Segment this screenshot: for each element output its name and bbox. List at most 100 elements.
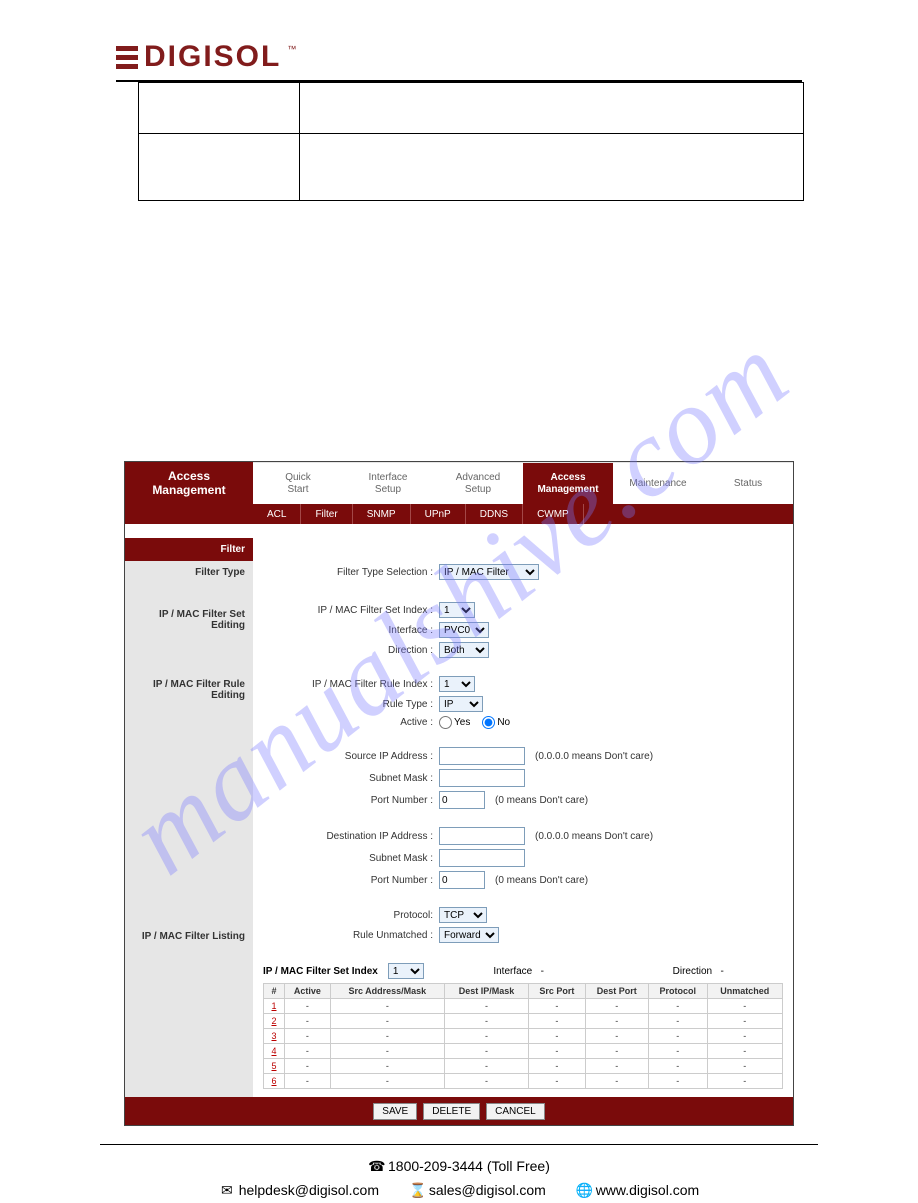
- table-cell: -: [444, 1059, 528, 1074]
- section-filter-head: Filter: [125, 538, 253, 561]
- table-cell: -: [529, 1074, 586, 1089]
- listing-interface-value: -: [541, 966, 544, 977]
- nav-item-maintenance[interactable]: Maintenance: [613, 462, 703, 504]
- nav-title: Access Management: [125, 462, 253, 504]
- table-cell: -: [648, 999, 707, 1014]
- input-dst-ip[interactable]: [439, 827, 525, 845]
- section-filter-listing: IP / MAC Filter Listing: [125, 925, 253, 1067]
- input-dst-mask[interactable]: [439, 849, 525, 867]
- table-cell: -: [285, 1014, 331, 1029]
- nav-item-interface-setup[interactable]: InterfaceSetup: [343, 462, 433, 504]
- globe-icon: 🌐: [576, 1179, 592, 1203]
- delete-button[interactable]: DELETE: [423, 1103, 480, 1120]
- table-cell: -: [285, 999, 331, 1014]
- radio-active-yes[interactable]: Yes: [439, 716, 470, 729]
- label-rule-index: IP / MAC Filter Rule Index :: [263, 679, 433, 690]
- nav-item-quick-start[interactable]: QuickStart: [253, 462, 343, 504]
- subnav-snmp[interactable]: SNMP: [353, 504, 411, 524]
- save-button[interactable]: SAVE: [373, 1103, 417, 1120]
- table-row: 5-------: [264, 1059, 783, 1074]
- table-cell: -: [330, 1074, 444, 1089]
- select-listing-setindex[interactable]: 1: [388, 963, 424, 979]
- table-cell: -: [648, 1074, 707, 1089]
- select-direction[interactable]: Both: [439, 642, 489, 658]
- table-cell: -: [330, 1014, 444, 1029]
- row-number[interactable]: 3: [264, 1029, 285, 1044]
- th-protocol: Protocol: [648, 984, 707, 999]
- nav-item-advanced-setup[interactable]: AdvancedSetup: [433, 462, 523, 504]
- input-src-port[interactable]: [439, 791, 485, 809]
- table-cell: -: [529, 1014, 586, 1029]
- subnav-filter[interactable]: Filter: [301, 504, 352, 524]
- label-rule-type: Rule Type :: [263, 699, 433, 710]
- subnav-acl[interactable]: ACL: [253, 504, 301, 524]
- table-cell: -: [707, 999, 782, 1014]
- label-protocol: Protocol:: [263, 910, 433, 921]
- table-cell: -: [285, 1029, 331, 1044]
- row-number[interactable]: 4: [264, 1044, 285, 1059]
- select-set-index[interactable]: 1: [439, 602, 475, 618]
- input-src-ip[interactable]: [439, 747, 525, 765]
- label-src-port: Port Number :: [263, 795, 433, 806]
- footer-web: www.digisol.com: [596, 1182, 699, 1198]
- select-protocol[interactable]: TCP: [439, 907, 487, 923]
- section-set-editing: IP / MAC Filter Set Editing: [125, 603, 253, 673]
- table-cell: -: [444, 1044, 528, 1059]
- th-unmatched: Unmatched: [707, 984, 782, 999]
- brand-logo: DIGISOL ™: [116, 40, 868, 74]
- table-cell: -: [330, 999, 444, 1014]
- action-bar: SAVE DELETE CANCEL: [125, 1097, 793, 1125]
- hint-dst-port: (0 means Don't care): [495, 875, 588, 886]
- hourglass-icon: ⌛: [409, 1179, 425, 1203]
- nav-item-access-management[interactable]: AccessManagement: [523, 462, 613, 504]
- label-dst-port: Port Number :: [263, 875, 433, 886]
- label-src-mask: Subnet Mask :: [263, 773, 433, 784]
- table-cell: -: [707, 1029, 782, 1044]
- label-unmatched: Rule Unmatched :: [263, 930, 433, 941]
- listing-header-row: IP / MAC Filter Set Index 1 Interface - …: [263, 963, 783, 979]
- input-dst-port[interactable]: [439, 871, 485, 889]
- table-cell: -: [529, 1059, 586, 1074]
- select-rule-type[interactable]: IP: [439, 696, 483, 712]
- table-cell: -: [444, 1074, 528, 1089]
- table-cell: -: [585, 1014, 648, 1029]
- nav-item-status[interactable]: Status: [703, 462, 793, 504]
- table-cell: -: [585, 1059, 648, 1074]
- label-set-index: IP / MAC Filter Set Index :: [263, 605, 433, 616]
- row-number[interactable]: 6: [264, 1074, 285, 1089]
- label-filter-type-selection: Filter Type Selection :: [263, 567, 433, 578]
- table-cell: -: [285, 1059, 331, 1074]
- doc-empty-table: [138, 82, 804, 201]
- input-src-mask[interactable]: [439, 769, 525, 787]
- th-srcport: Src Port: [529, 984, 586, 999]
- table-row: 1-------: [264, 999, 783, 1014]
- th-src: Src Address/Mask: [330, 984, 444, 999]
- table-cell: -: [529, 1029, 586, 1044]
- logo-bars-icon: [116, 46, 138, 69]
- table-cell: -: [529, 999, 586, 1014]
- select-interface[interactable]: PVC0: [439, 622, 489, 638]
- table-cell: -: [648, 1014, 707, 1029]
- select-unmatched[interactable]: Forward: [439, 927, 499, 943]
- label-interface: Interface :: [263, 625, 433, 636]
- footer-helpdesk: helpdesk@digisol.com: [239, 1182, 379, 1198]
- label-active: Active :: [263, 717, 433, 728]
- phone-icon: ☎: [368, 1155, 384, 1179]
- label-dst-ip: Destination IP Address :: [263, 831, 433, 842]
- row-number[interactable]: 2: [264, 1014, 285, 1029]
- cancel-button[interactable]: CANCEL: [486, 1103, 545, 1120]
- row-number[interactable]: 1: [264, 999, 285, 1014]
- row-number[interactable]: 5: [264, 1059, 285, 1074]
- filter-listing-table: # Active Src Address/Mask Dest IP/Mask S…: [263, 983, 783, 1089]
- table-cell: -: [585, 1074, 648, 1089]
- subnav-cwmp[interactable]: CWMP: [523, 504, 584, 524]
- subnav-upnp[interactable]: UPnP: [411, 504, 466, 524]
- table-cell: -: [444, 999, 528, 1014]
- section-filter-type: Filter Type: [125, 561, 253, 603]
- radio-active-no[interactable]: No: [482, 716, 510, 729]
- select-filter-type[interactable]: IP / MAC Filter: [439, 564, 539, 580]
- subnav-ddns[interactable]: DDNS: [466, 504, 523, 524]
- table-cell: -: [648, 1044, 707, 1059]
- select-rule-index[interactable]: 1: [439, 676, 475, 692]
- hint-src-port: (0 means Don't care): [495, 795, 588, 806]
